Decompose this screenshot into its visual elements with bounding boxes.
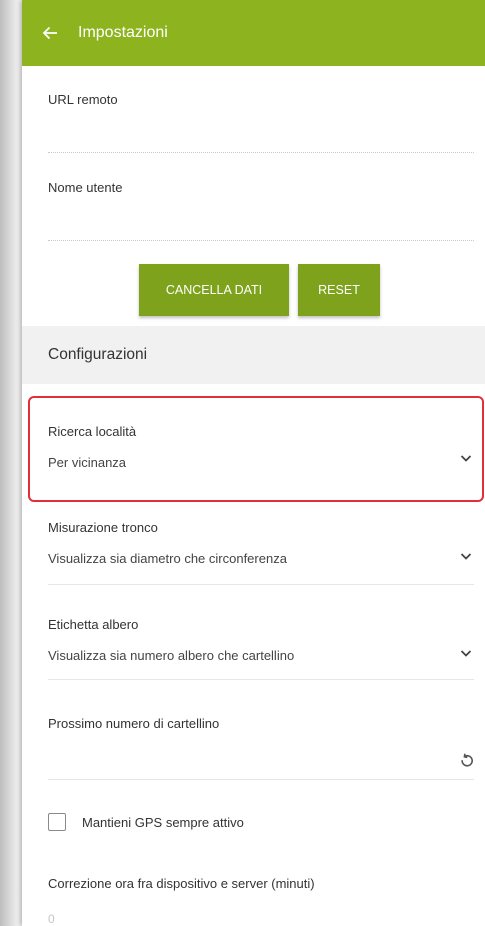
location-search-value: Per vicinanza [48,455,127,470]
divider [48,584,474,585]
arrow-left-icon [42,26,57,40]
divider [48,679,474,680]
refresh-icon[interactable] [458,752,476,770]
trunk-measure-label: Misurazione tronco [48,520,158,535]
trunk-measure-value: Visualizza sia diametro che circonferenz… [48,551,287,566]
divider [48,779,474,780]
page-title: Impostazioni [78,24,168,41]
chevron-down-icon [460,553,472,560]
time-correction-value: 0 [48,912,55,926]
app-bar: Impostazioni [22,0,485,66]
tree-label-label: Etichetta albero [48,617,139,632]
action-buttons: CANCELLA DATI RESET [22,264,485,316]
section-title: Configurazioni [48,346,148,363]
location-search-label: Ricerca località [48,424,137,439]
username-label: Nome utente [48,180,123,195]
next-tag-label: Prossimo numero di cartellino [48,716,220,731]
section-header: Configurazioni [22,326,485,384]
username-underline [48,240,474,241]
window-shadow [0,0,22,926]
gps-always-label: Mantieni GPS sempre attivo [82,815,244,830]
trunk-measure-select[interactable]: Misurazione tronco Visualizza sia diamet… [48,520,474,570]
next-tag-field[interactable]: Prossimo numero di cartellino [48,716,474,776]
clear-data-button[interactable]: CANCELLA DATI [139,264,289,316]
remote-url-label: URL remoto [48,92,118,107]
chevron-down-icon [460,455,472,462]
time-correction-field[interactable]: Correzione ora fra dispositivo e server … [48,876,474,891]
username-field[interactable]: Nome utente [48,180,474,195]
remote-url-field[interactable]: URL remoto [48,92,474,107]
tree-label-select[interactable]: Etichetta albero Visualizza sia numero a… [48,617,474,667]
remote-url-underline [48,152,474,153]
time-correction-label: Correzione ora fra dispositivo e server … [48,876,315,891]
back-button[interactable] [28,11,72,55]
chevron-down-icon [460,650,472,657]
reset-button[interactable]: RESET [298,264,380,316]
gps-always-checkbox[interactable] [48,813,66,831]
settings-screen: Impostazioni URL remoto Nome utente CANC… [22,0,485,926]
location-search-select[interactable]: Ricerca località Per vicinanza [48,424,474,474]
tree-label-value: Visualizza sia numero albero che cartell… [48,648,295,663]
